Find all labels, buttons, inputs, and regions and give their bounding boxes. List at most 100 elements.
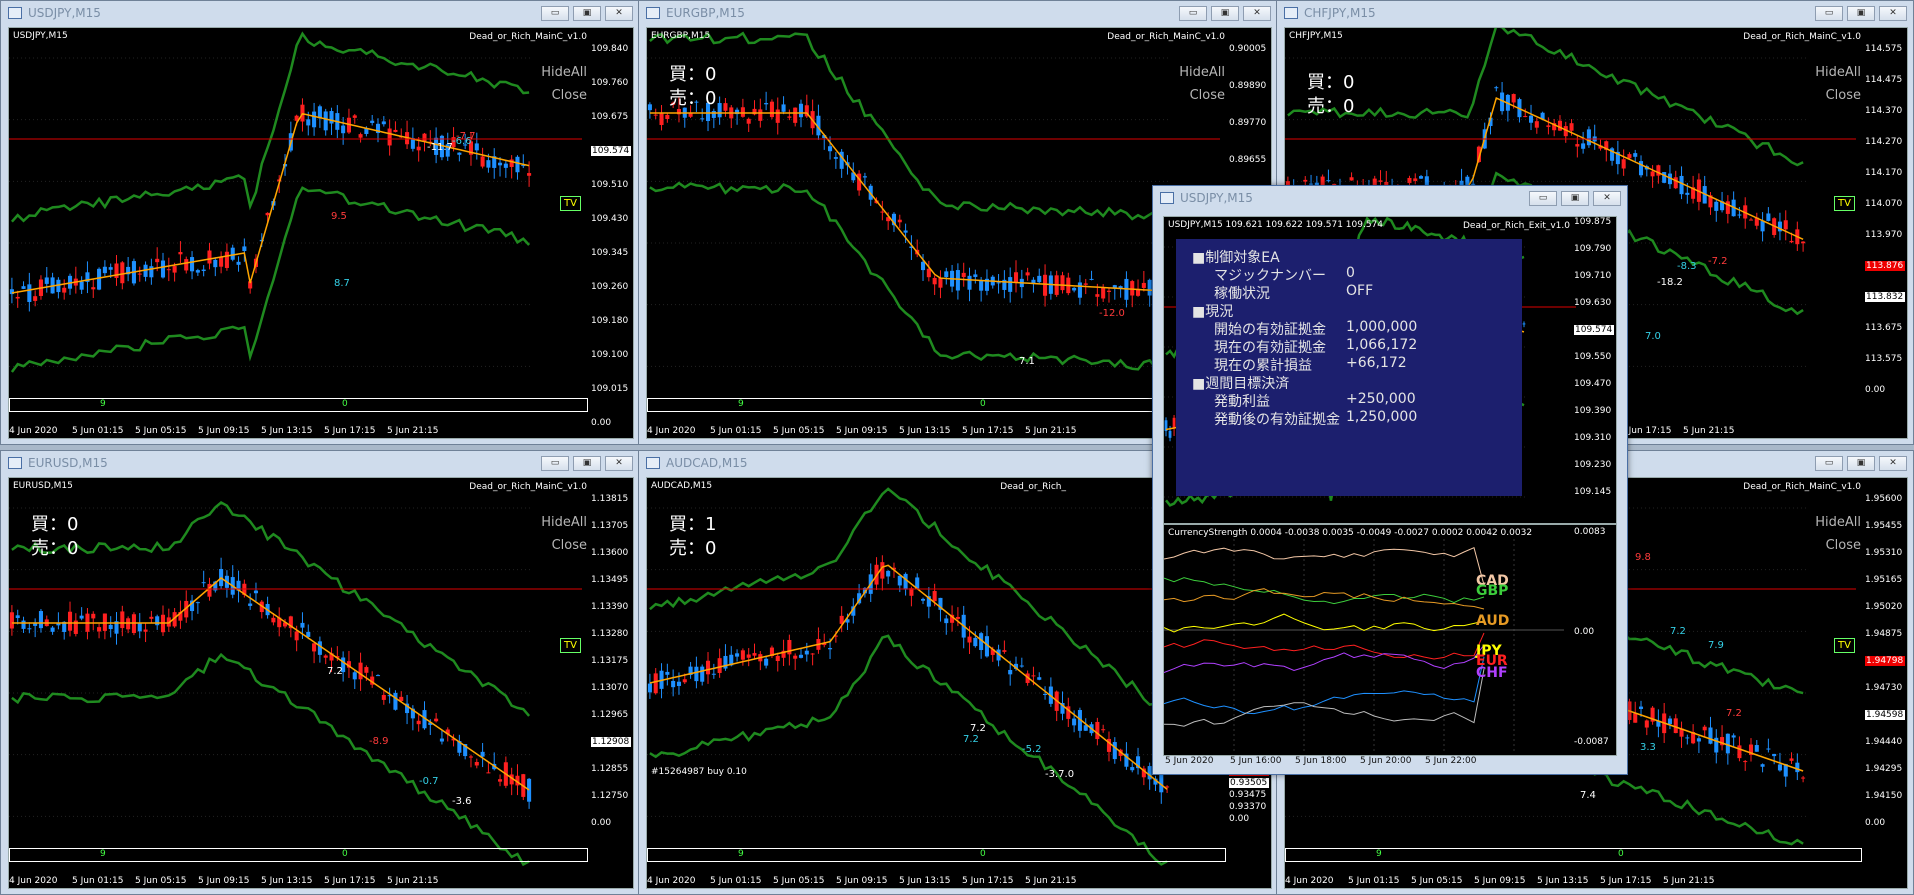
minimize-button[interactable]: ▭: [541, 456, 569, 471]
hideall-button[interactable]: HideAll: [1815, 515, 1861, 530]
time-tick: 5 Jun 2020: [1165, 756, 1214, 766]
price-tick: 109.574: [591, 146, 631, 156]
time-tick: 5 Jun 05:15: [773, 426, 825, 436]
time-tick: 5 Jun 17:15: [962, 426, 1014, 436]
popup-price-area[interactable]: USDJPY,M15 109.621 109.622 109.571 109.5…: [1163, 216, 1617, 524]
time-tick: 5 Jun 18:00: [1295, 756, 1347, 766]
indicator-label: Dead_or_Rich_MainC_v1.0: [1743, 482, 1861, 492]
hideall-button[interactable]: HideAll: [1179, 65, 1225, 80]
price-tick: 109.345: [591, 248, 629, 258]
maximize-button[interactable]: ▣: [1847, 6, 1875, 21]
time-tick: 5 Jun 13:15: [261, 426, 313, 436]
tv-button[interactable]: TV: [560, 638, 581, 653]
close-button[interactable]: ✕: [1243, 6, 1271, 21]
price-tick: 0.89890: [1229, 81, 1267, 91]
chart-icon: [1160, 192, 1174, 204]
panel-label: 発動利益: [1214, 394, 1270, 410]
title-bar[interactable]: EURGBP,M15 ▭ ▣ ✕: [639, 1, 1277, 25]
chart-window-usdjpy[interactable]: USDJPY,M15 ▭ ▣ ✕ USDJPY,M15 Dead_or_Rich…: [0, 0, 640, 445]
sub-indicator-band: 90: [9, 848, 588, 862]
panel-label: マジックナンバー: [1214, 268, 1326, 284]
trade-note: -11.7: [427, 142, 453, 153]
panel-value: 1,066,172: [1346, 337, 1418, 353]
trade-note: 7.0: [1645, 331, 1661, 342]
trade-note: 8.7: [334, 278, 350, 289]
quote-header: USDJPY,M15 109.621 109.622 109.571 109.5…: [1168, 220, 1384, 230]
close-button[interactable]: ✕: [605, 456, 633, 471]
price-tick: 1.13600: [591, 548, 629, 558]
order-label: #15264987 buy 0.10: [651, 767, 747, 777]
tv-button[interactable]: TV: [560, 196, 581, 211]
trade-note: -6.6: [452, 136, 472, 147]
price-tick: 0.93370: [1229, 802, 1267, 812]
hideall-button[interactable]: HideAll: [541, 65, 587, 80]
trade-note: -8.9: [369, 736, 389, 747]
indicator-label: Dead_or_Rich_MainC_v1.0: [1743, 32, 1861, 42]
time-tick: 5 Jun 20:00: [1360, 756, 1412, 766]
indicator-label: Dead_or_Rich_MainC_v1.0: [469, 32, 587, 42]
price-tick: 0.00: [1865, 818, 1886, 828]
close-label-button[interactable]: Close: [552, 538, 587, 553]
maximize-button[interactable]: ▣: [1211, 6, 1239, 21]
title-bar[interactable]: USDJPY,M15 ▭ ▣ ✕: [1, 1, 639, 25]
minimize-button[interactable]: ▭: [1529, 191, 1557, 206]
minimize-button[interactable]: ▭: [1815, 6, 1843, 21]
chart-window-eurusd[interactable]: EURUSD,M15 ▭ ▣ ✕ EURUSD,M15 Dead_or_Rich…: [0, 450, 640, 895]
close-label-button[interactable]: Close: [1826, 88, 1861, 103]
chart-icon: [8, 457, 22, 469]
currency-label: CHF: [1476, 665, 1508, 681]
trade-note: -18.2: [1657, 277, 1683, 288]
price-tick: 109.510: [591, 180, 629, 190]
close-label-button[interactable]: Close: [552, 88, 587, 103]
price-tick: 109.390: [1574, 406, 1612, 416]
panel-label: ■週間目標決済: [1192, 376, 1290, 392]
close-label-button[interactable]: Close: [1826, 538, 1861, 553]
sell-count: 売：0: [669, 88, 717, 109]
time-tick: 5 Jun 09:15: [1474, 876, 1526, 886]
price-tick: 109.760: [591, 78, 629, 88]
time-tick: 4 Jun 2020: [647, 876, 696, 886]
title-bar[interactable]: USDJPY,M15 ▭ ▣ ✕: [1153, 186, 1627, 210]
title-bar[interactable]: EURUSD,M15 ▭ ▣ ✕: [1, 451, 639, 475]
price-tick: 0.93505: [1229, 778, 1269, 788]
close-button[interactable]: ✕: [1879, 6, 1907, 21]
time-tick: 5 Jun 22:00: [1425, 756, 1477, 766]
close-button[interactable]: ✕: [1879, 456, 1907, 471]
tv-button[interactable]: TV: [1834, 638, 1855, 653]
panel-value: +250,000: [1346, 391, 1416, 407]
maximize-button[interactable]: ▣: [573, 456, 601, 471]
indicator-label: Dead_or_Rich_MainC_v1.0: [1107, 32, 1225, 42]
minimize-button[interactable]: ▭: [1815, 456, 1843, 471]
panel-label: 開始の有効証拠金: [1214, 322, 1326, 338]
hideall-button[interactable]: HideAll: [1815, 65, 1861, 80]
price-tick: 109.790: [1574, 244, 1612, 254]
tv-button[interactable]: TV: [1834, 196, 1855, 211]
close-button[interactable]: ✕: [605, 6, 633, 21]
price-chart: [647, 487, 1220, 866]
minimize-button[interactable]: ▭: [541, 6, 569, 21]
maximize-button[interactable]: ▣: [1561, 191, 1589, 206]
time-tick: 5 Jun 09:15: [836, 876, 888, 886]
hideall-button[interactable]: HideAll: [541, 515, 587, 530]
title-bar[interactable]: CHFJPY,M15 ▭ ▣ ✕: [1277, 1, 1913, 25]
maximize-button[interactable]: ▣: [573, 6, 601, 21]
popup-window-usdjpy[interactable]: USDJPY,M15 ▭ ▣ ✕ USDJPY,M15 109.621 109.…: [1152, 185, 1628, 775]
time-tick: 4 Jun 2020: [1285, 876, 1334, 886]
chart-area[interactable]: USDJPY,M15 Dead_or_Rich_MainC_v1.0 HideA…: [8, 27, 634, 439]
price-tick: 1.13070: [591, 683, 629, 693]
trade-note: 7.2: [963, 734, 979, 745]
sub-indicator-band: 90: [9, 398, 588, 412]
minimize-button[interactable]: ▭: [1179, 6, 1207, 21]
close-button[interactable]: ✕: [1593, 191, 1621, 206]
time-tick: 5 Jun 21:15: [1025, 426, 1077, 436]
price-tick: 1.94295: [1865, 764, 1903, 774]
price-tick: 109.840: [591, 44, 629, 54]
panel-value: OFF: [1346, 283, 1374, 299]
maximize-button[interactable]: ▣: [1847, 456, 1875, 471]
window-title: AUDCAD,M15: [666, 456, 748, 470]
price-tick: 109.145: [1574, 487, 1612, 497]
close-label-button[interactable]: Close: [1190, 88, 1225, 103]
time-tick: 5 Jun 05:15: [773, 876, 825, 886]
price-tick: 114.170: [1865, 168, 1903, 178]
chart-area[interactable]: EURUSD,M15 Dead_or_Rich_MainC_v1.0 買：0 売…: [8, 477, 634, 889]
